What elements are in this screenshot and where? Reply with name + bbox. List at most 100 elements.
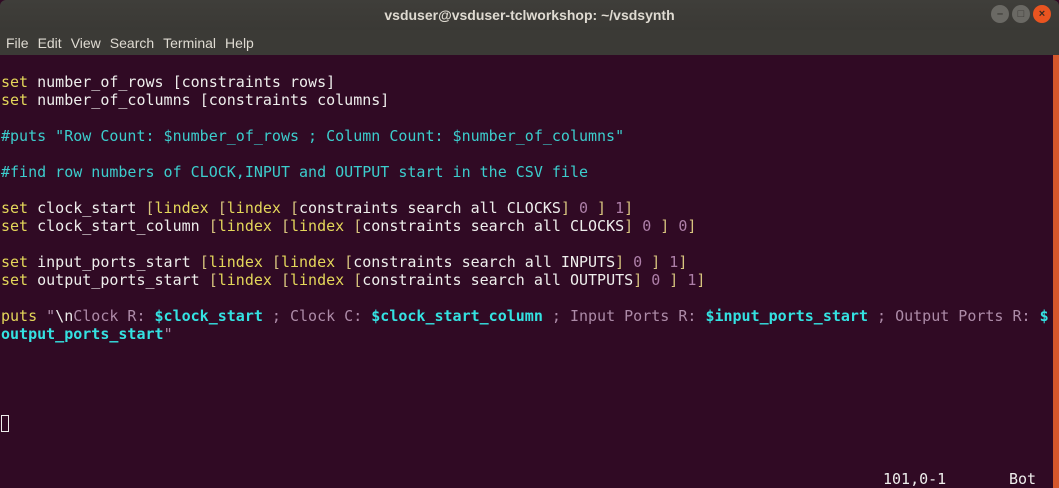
code-line: output_ports_start": [1, 325, 173, 343]
code-line: #find row numbers of CLOCK,INPUT and OUT…: [1, 163, 588, 181]
code-token: ": [163, 325, 173, 343]
code-token: [: [344, 217, 363, 235]
code-token: 1: [660, 253, 679, 271]
scroll-position: Bot: [1009, 470, 1037, 488]
code-token: lindex: [290, 217, 345, 235]
menu-view[interactable]: View: [71, 30, 107, 55]
code-token: \n: [55, 307, 74, 325]
code-token: lindex: [154, 199, 209, 217]
window-title: vsduser@vsduser-tclworkshop: ~/vsdsynth: [384, 7, 675, 23]
code-token: ]: [687, 217, 697, 235]
code-token: ]: [624, 217, 634, 235]
code-line: set number_of_columns [constraints colum…: [1, 91, 389, 109]
code-token: [: [208, 271, 218, 289]
code-token: Clock R:: [73, 307, 155, 325]
code-token: set: [1, 73, 29, 91]
close-button[interactable]: ×: [1033, 5, 1051, 23]
code-token: [constraints columns]: [199, 91, 390, 109]
menu-bar: File Edit View Search Terminal Help: [0, 30, 1059, 55]
maximize-button[interactable]: □: [1012, 5, 1030, 23]
code-token: input_ports_start: [28, 253, 200, 271]
code-token: number_of_columns: [28, 91, 200, 109]
code-token: [: [344, 271, 363, 289]
code-token: ]: [678, 253, 688, 271]
code-token: [constraints rows]: [172, 73, 336, 91]
code-token: 0: [669, 217, 688, 235]
menu-terminal[interactable]: Terminal: [163, 30, 222, 55]
code-token: ; Output Ports R:: [868, 307, 1040, 325]
code-token: $clock_start_column: [371, 307, 543, 325]
code-token: #puts "Row Count: $number_of_rows ; Colu…: [1, 127, 625, 145]
menu-search[interactable]: Search: [110, 30, 160, 55]
code-token: 0: [569, 199, 589, 217]
code-token: ]: [615, 253, 625, 271]
code-token: lindex: [226, 199, 281, 217]
code-token: ": [37, 307, 56, 325]
cursor-position: 101,0-1: [883, 470, 947, 488]
title-bar: vsduser@vsduser-tclworkshop: ~/vsdsynth …: [0, 0, 1059, 30]
code-token: [: [280, 199, 300, 217]
code-token: lindex: [290, 271, 345, 289]
code-token: ]: [624, 199, 634, 217]
code-token: output_ports_start: [1, 325, 164, 343]
menu-edit[interactable]: Edit: [38, 30, 68, 55]
code-token: 1: [678, 271, 697, 289]
code-token: output_ports_start: [28, 271, 209, 289]
code-token: ]: [633, 271, 643, 289]
code-line: set output_ports_start [lindex [lindex […: [1, 271, 705, 289]
code-line: set clock_start_column [lindex [lindex […: [1, 217, 696, 235]
code-token: [: [208, 199, 227, 217]
code-token: clock_start: [28, 199, 146, 217]
code-token: ]: [588, 199, 607, 217]
code-token: puts: [1, 307, 38, 325]
code-token: constraints search all INPUTS: [353, 253, 616, 271]
code-token: lindex: [217, 217, 272, 235]
code-token: number_of_rows: [28, 73, 173, 91]
code-token: set: [1, 253, 29, 271]
code-token: ]: [642, 253, 661, 271]
code-token: constraints search all CLOCKS: [299, 199, 561, 217]
menu-help[interactable]: Help: [225, 30, 260, 55]
code-token: constraints search all CLOCKS: [362, 217, 625, 235]
minimize-button[interactable]: –: [991, 5, 1009, 23]
code-token: ; Clock C:: [262, 307, 372, 325]
code-line: set number_of_rows [constraints rows]: [1, 73, 335, 91]
code-token: $clock_start: [154, 307, 263, 325]
code-token: 1: [606, 199, 625, 217]
code-token: $: [1039, 307, 1049, 325]
code-token: 0: [633, 217, 652, 235]
code-line: #puts "Row Count: $number_of_rows ; Colu…: [1, 127, 624, 145]
menu-file[interactable]: File: [6, 30, 35, 55]
code-token: 0: [642, 271, 661, 289]
code-token: constraints search all OUTPUTS: [362, 271, 634, 289]
code-token: clock_start_column: [28, 217, 209, 235]
code-token: set: [1, 217, 29, 235]
code-line: set clock_start [lindex [lindex [constra…: [1, 199, 633, 217]
code-line: set input_ports_start [lindex [lindex [c…: [1, 253, 687, 271]
code-token: set: [1, 199, 29, 217]
code-token: ]: [651, 217, 670, 235]
code-token: [: [262, 253, 281, 271]
code-token: ]: [660, 271, 679, 289]
code-token: lindex: [208, 253, 263, 271]
code-token: set: [1, 271, 29, 289]
code-token: [: [145, 199, 155, 217]
scrollbar[interactable]: [1053, 55, 1059, 488]
code-token: #find row numbers of CLOCK,INPUT and OUT…: [1, 163, 588, 181]
code-token: ; Input Ports R:: [542, 307, 706, 325]
code-token: lindex: [280, 253, 336, 271]
code-token: [: [271, 217, 290, 235]
code-token: [: [199, 253, 209, 271]
code-token: [: [271, 271, 290, 289]
terminal-area[interactable]: 101,0-1 Bot set number_of_rows [constrai…: [0, 55, 1053, 488]
code-token: $input_ports_start: [705, 307, 868, 325]
code-token: ]: [560, 199, 570, 217]
code-token: 0: [624, 253, 643, 271]
code-token: set: [1, 91, 29, 109]
code-line: puts "\nClock R: $clock_start ; Clock C:…: [1, 307, 1049, 325]
code-token: lindex: [217, 271, 272, 289]
code-token: ]: [696, 271, 706, 289]
code-token: [: [208, 217, 218, 235]
text-cursor: [1, 415, 9, 432]
code-token: [: [335, 253, 354, 271]
